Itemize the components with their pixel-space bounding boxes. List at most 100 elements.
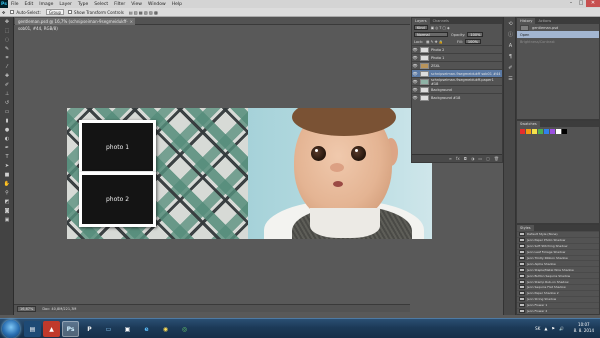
visibility-eye-icon[interactable]: 👁 xyxy=(412,71,418,76)
menu-window[interactable]: Window xyxy=(148,2,166,7)
mask-icon[interactable]: ◘ xyxy=(464,156,467,161)
visibility-eye-icon[interactable]: 👁 xyxy=(412,79,418,84)
gradient-icon[interactable]: ▮ xyxy=(3,118,11,125)
trash-icon[interactable]: 🗑 xyxy=(494,156,499,161)
layer-row-selected[interactable]: 👁 schnipseiman-9segmeidukff sob01 #44 xyxy=(412,69,502,77)
history-panel-icon[interactable]: ⟲ xyxy=(507,21,514,28)
crop-icon[interactable]: ⌗ xyxy=(3,55,11,62)
folder-icon[interactable]: ▭ xyxy=(478,156,482,161)
auto-select-checkbox[interactable] xyxy=(10,10,15,14)
shape-icon[interactable]: ■ xyxy=(3,172,11,179)
tab-history[interactable]: History xyxy=(517,18,536,24)
visibility-eye-icon[interactable]: 👁 xyxy=(412,47,418,52)
maximize-button[interactable]: □ xyxy=(576,0,586,7)
show-hidden-icon[interactable]: ▲ xyxy=(544,326,547,331)
stamp-icon[interactable]: ⊥ xyxy=(3,91,11,98)
visibility-eye-icon[interactable]: 👁 xyxy=(412,63,418,68)
filter-icons[interactable]: ▣ ◎ T ▢ ◈ xyxy=(431,26,450,30)
lock-icons[interactable]: ▦ ✎ ✥ 🔒 xyxy=(426,40,443,44)
fx-icon[interactable]: fx xyxy=(456,156,460,161)
start-button[interactable] xyxy=(2,320,20,338)
close-tab-icon[interactable]: × xyxy=(130,18,133,25)
layer-row[interactable]: 👁 Photo 2 xyxy=(412,45,502,53)
layer-row[interactable]: 👁 schnipseiman-9segmeidukff-paper1 #18 xyxy=(412,77,502,86)
quick-mask-icon[interactable]: ◙ xyxy=(3,208,11,215)
swatch[interactable] xyxy=(538,129,543,134)
style-item[interactable]: Jenn Flower 2 xyxy=(517,307,599,314)
menu-view[interactable]: View xyxy=(131,2,142,7)
close-button[interactable]: ✕ xyxy=(586,0,600,7)
layer-row[interactable]: 👁 Background xyxy=(412,85,502,93)
clock[interactable]: 10:07 8. 8. 2014 xyxy=(574,322,594,334)
visibility-eye-icon[interactable]: 👁 xyxy=(412,87,418,92)
menu-image[interactable]: Image xyxy=(39,2,53,7)
chrome-taskbar-icon[interactable]: ◎ xyxy=(176,321,193,337)
ie-taskbar-icon[interactable]: e xyxy=(138,321,155,337)
visibility-eye-icon[interactable]: 👁 xyxy=(412,55,418,60)
swatch[interactable] xyxy=(520,129,525,134)
fill-field[interactable]: 100% xyxy=(464,39,481,44)
align-icons[interactable]: ▤ ▥ ▦ ▧ ▨ ▩ xyxy=(129,10,158,15)
menu-help[interactable]: Help xyxy=(172,2,182,7)
layer-row[interactable]: 👁 ZSXL xyxy=(412,61,502,69)
volume-icon[interactable]: 🔊 xyxy=(559,326,564,331)
eyedropper-icon[interactable]: ⁄ xyxy=(3,64,11,71)
document-tab[interactable]: gentleman.psd @ 16,7% (schnipseiman-9seg… xyxy=(15,18,135,31)
move-icon[interactable]: ✥ xyxy=(3,19,11,26)
adjustment-icon[interactable]: ◑ xyxy=(471,156,475,161)
tab-styles[interactable]: Styles xyxy=(517,225,534,231)
swatch[interactable] xyxy=(556,129,561,134)
history-item[interactable]: Brightness/Contrast xyxy=(517,38,599,45)
minimize-button[interactable]: – xyxy=(566,0,576,7)
path-select-icon[interactable]: ➤ xyxy=(3,163,11,170)
photoshop-taskbar-icon[interactable]: Ps xyxy=(62,321,79,337)
hand-icon[interactable]: ✋ xyxy=(3,181,11,188)
layer-row[interactable]: 👁 Background #18 xyxy=(412,93,502,101)
brush-panel-icon[interactable]: ✐ xyxy=(507,65,514,72)
zoom-field[interactable]: 16,67% xyxy=(17,305,37,312)
show-transform-checkbox[interactable] xyxy=(68,10,73,14)
tab-actions[interactable]: Actions xyxy=(535,18,555,24)
document-taskbar-icon[interactable]: P xyxy=(81,321,98,337)
pen-icon[interactable]: ✒ xyxy=(3,145,11,152)
auto-select-dropdown[interactable]: Group xyxy=(45,9,65,15)
dodge-icon[interactable]: ◐ xyxy=(3,136,11,143)
marquee-icon[interactable]: ⬚ xyxy=(3,28,11,35)
zoom-icon[interactable]: ⚲ xyxy=(3,190,11,197)
kind-filter-dropdown[interactable]: Kind xyxy=(414,25,428,30)
language-indicator[interactable]: SK xyxy=(535,326,540,331)
screen-mode-icon[interactable]: ▣ xyxy=(3,217,11,224)
info-panel-icon[interactable]: ⓘ xyxy=(507,32,514,39)
menu-select[interactable]: Select xyxy=(94,2,108,7)
lasso-icon[interactable]: ◌ xyxy=(3,37,11,44)
explorer-icon[interactable]: ▤ xyxy=(24,321,41,337)
swatch[interactable] xyxy=(532,129,537,134)
color-swatch-icon[interactable]: ◩ xyxy=(3,199,11,206)
app-icon-red[interactable]: ▲ xyxy=(43,321,60,337)
menu-type[interactable]: Type xyxy=(78,2,88,7)
link-icon[interactable]: ∞ xyxy=(449,156,452,161)
tab-channels[interactable]: Channels xyxy=(429,18,452,24)
folder-taskbar-icon[interactable]: ▣ xyxy=(119,321,136,337)
flag-icon[interactable]: ⚑ xyxy=(551,326,555,331)
visibility-eye-icon[interactable]: 👁 xyxy=(412,95,418,100)
layer-row[interactable]: 👁 Photo 1 xyxy=(412,53,502,61)
move-tool-icon[interactable]: ✥ xyxy=(2,10,5,15)
menu-edit[interactable]: Edit xyxy=(25,2,34,7)
swatch[interactable] xyxy=(544,129,549,134)
paragraph-panel-icon[interactable]: ¶ xyxy=(507,54,514,61)
history-snapshot[interactable]: gentleman.psd xyxy=(517,24,599,31)
character-panel-icon[interactable]: A xyxy=(507,43,514,50)
menu-filter[interactable]: Filter xyxy=(114,2,125,7)
quick-select-icon[interactable]: ✎ xyxy=(3,46,11,53)
properties-panel-icon[interactable]: ☰ xyxy=(507,76,514,83)
healing-icon[interactable]: ✚ xyxy=(3,73,11,80)
window-taskbar-icon[interactable]: ▭ xyxy=(100,321,117,337)
new-layer-icon[interactable]: ▢ xyxy=(486,156,490,161)
swatch[interactable] xyxy=(526,129,531,134)
media-taskbar-icon[interactable]: ◉ xyxy=(157,321,174,337)
tab-swatches[interactable]: Swatches xyxy=(517,121,540,127)
menu-file[interactable]: File xyxy=(11,2,19,7)
swatch[interactable] xyxy=(562,129,567,134)
swatch[interactable] xyxy=(550,129,555,134)
